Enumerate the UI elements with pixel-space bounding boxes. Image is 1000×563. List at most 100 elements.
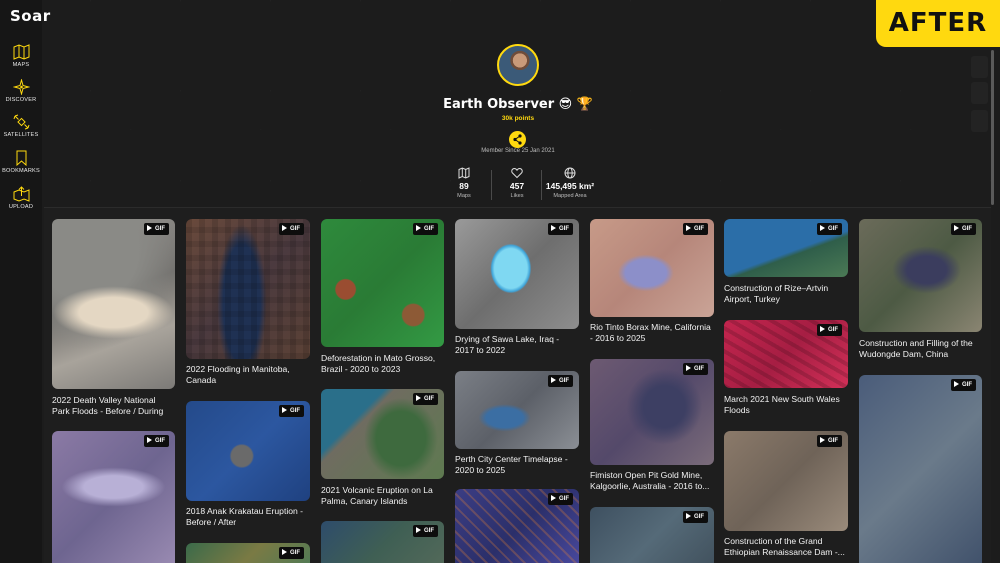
sidebar-item-discover[interactable]: DISCOVER bbox=[0, 79, 42, 103]
gif-badge: GIF bbox=[683, 511, 708, 523]
share-button[interactable] bbox=[509, 131, 526, 148]
gif-badge: GIF bbox=[413, 525, 438, 537]
map-thumbnail: GIF bbox=[321, 219, 444, 347]
after-badge: AFTER bbox=[876, 0, 1000, 47]
map-thumbnail: GIF bbox=[590, 359, 714, 465]
play-icon bbox=[416, 225, 421, 231]
maps-grid: GIF 2022 Death Valley National Park Floo… bbox=[44, 207, 991, 563]
sidebar-item-upload[interactable]: UPLOAD bbox=[0, 186, 42, 210]
map-thumbnail: GIF bbox=[321, 389, 444, 479]
gif-badge: GIF bbox=[817, 223, 842, 235]
stat-likes: 457 Likes bbox=[487, 167, 547, 199]
play-icon bbox=[686, 513, 691, 519]
map-title: Drying of Sawa Lake, Iraq - 2017 to 2022 bbox=[455, 334, 560, 355]
gif-badge: GIF bbox=[548, 375, 573, 387]
map-thumbnail: GIF bbox=[724, 431, 848, 531]
map-card[interactable]: GIF bbox=[52, 431, 175, 563]
map-card[interactable]: GIF bbox=[186, 543, 310, 563]
soar-logo[interactable]: Soar bbox=[10, 7, 51, 25]
member-since: Member Since 25 Jan 2021 bbox=[481, 148, 555, 154]
gif-badge: GIF bbox=[144, 435, 169, 447]
map-thumbnail: GIF bbox=[455, 489, 579, 563]
sidebar-item-label: UPLOAD bbox=[8, 204, 34, 210]
play-icon bbox=[147, 437, 152, 443]
map-card[interactable]: GIF bbox=[859, 375, 982, 563]
heart-icon bbox=[511, 167, 523, 179]
upload-icon bbox=[13, 186, 29, 202]
gif-badge: GIF bbox=[413, 393, 438, 405]
map-card[interactable]: GIF Rio Tinto Borax Mine, California - 2… bbox=[590, 219, 714, 344]
sidebar-item-maps[interactable]: MAPS bbox=[0, 44, 42, 68]
map-card[interactable]: GIF Construction and Filling of the Wudo… bbox=[859, 219, 982, 364]
map-card[interactable]: GIF Deforestation in Mato Grosso, Brazil… bbox=[321, 219, 444, 379]
sidebar-item-label: SATELLITES bbox=[3, 132, 39, 138]
map-thumbnail: GIF bbox=[186, 543, 310, 563]
map-card[interactable]: GIF bbox=[321, 521, 444, 563]
stat-maps: 89 Maps bbox=[434, 167, 494, 199]
map-icon bbox=[13, 44, 29, 60]
play-icon bbox=[282, 549, 287, 555]
play-icon bbox=[282, 225, 287, 231]
sidebar-item-satellites[interactable]: SATELLITES bbox=[0, 114, 42, 138]
map-thumbnail: GIF bbox=[186, 401, 310, 501]
map-title: Fimiston Open Pit Gold Mine, Kalgoorlie,… bbox=[590, 470, 710, 491]
map-card[interactable]: GIF 2021 Volcanic Eruption on La Palma, … bbox=[321, 389, 444, 507]
play-icon bbox=[954, 225, 959, 231]
map-card[interactable]: GIF bbox=[455, 489, 579, 563]
gif-badge: GIF bbox=[144, 223, 169, 235]
map-card[interactable]: GIF Construction of Rize–Artvin Airport,… bbox=[724, 219, 848, 309]
map-card[interactable]: GIF Fimiston Open Pit Gold Mine, Kalgoor… bbox=[590, 359, 714, 499]
play-icon bbox=[954, 381, 959, 387]
map-thumbnail: GIF bbox=[724, 320, 848, 388]
map-thumbnail: GIF bbox=[859, 219, 982, 332]
map-title: Deforestation in Mato Grosso, Brazil - 2… bbox=[321, 353, 436, 374]
bookmark-icon bbox=[16, 150, 26, 166]
map-thumbnail: GIF bbox=[186, 219, 310, 359]
map-control-button[interactable] bbox=[971, 110, 988, 132]
play-icon bbox=[820, 437, 825, 443]
points-badge: 30k points bbox=[501, 115, 535, 122]
map-thumbnail: GIF bbox=[52, 219, 175, 389]
map-card[interactable]: GIF 2018 Anak Krakatau Eruption - Before… bbox=[186, 401, 310, 527]
map-card[interactable]: GIF bbox=[590, 507, 714, 563]
map-card[interactable]: GIF 2022 Death Valley National Park Floo… bbox=[52, 219, 175, 419]
play-icon bbox=[551, 225, 556, 231]
map-card[interactable]: GIF Perth City Center Timelapse - 2020 t… bbox=[455, 371, 579, 476]
map-card[interactable]: GIF 2022 Flooding in Manitoba, Canada bbox=[186, 219, 310, 389]
play-icon bbox=[416, 527, 421, 533]
map-thumbnail: GIF bbox=[724, 219, 848, 277]
map-title: 2022 Flooding in Manitoba, Canada bbox=[186, 364, 290, 385]
compass-icon bbox=[12, 79, 30, 95]
map-title: 2022 Death Valley National Park Floods -… bbox=[52, 395, 164, 416]
sidebar: Soar MAPS DISCOVER SATELLITES BOOKMARKS … bbox=[0, 0, 50, 563]
satellite-icon bbox=[13, 114, 29, 130]
sidebar-item-bookmarks[interactable]: BOOKMARKS bbox=[0, 150, 42, 174]
map-card[interactable]: GIF Drying of Sawa Lake, Iraq - 2017 to … bbox=[455, 219, 579, 359]
scrollbar[interactable] bbox=[991, 50, 994, 205]
gif-badge: GIF bbox=[683, 223, 708, 235]
play-icon bbox=[551, 377, 556, 383]
map-title: Construction and Filling of the Wudongde… bbox=[859, 338, 973, 359]
gif-badge: GIF bbox=[279, 223, 304, 235]
map-title: Construction of Rize–Artvin Airport, Tur… bbox=[724, 283, 829, 304]
gif-badge: GIF bbox=[817, 435, 842, 447]
gif-badge: GIF bbox=[951, 223, 976, 235]
stat-mapped-area: 145,495 km² Mapped Area bbox=[540, 167, 600, 199]
sidebar-item-label: MAPS bbox=[12, 62, 30, 68]
map-control-button[interactable] bbox=[971, 82, 988, 104]
map-card[interactable]: GIF March 2021 New South Wales Floods bbox=[724, 320, 848, 420]
map-card[interactable]: GIF Construction of the Grand Ethiopian … bbox=[724, 431, 848, 557]
avatar[interactable] bbox=[497, 44, 539, 86]
play-icon bbox=[282, 407, 287, 413]
map-control-button[interactable] bbox=[971, 56, 988, 78]
map-title: Perth City Center Timelapse - 2020 to 20… bbox=[455, 454, 568, 475]
map-title: Rio Tinto Borax Mine, California - 2016 … bbox=[590, 322, 711, 343]
globe-icon bbox=[564, 167, 576, 179]
gif-badge: GIF bbox=[279, 547, 304, 559]
play-icon bbox=[686, 365, 691, 371]
profile-name: Earth Observer 😎 🏆 bbox=[443, 97, 593, 112]
map-thumbnail: GIF bbox=[590, 507, 714, 563]
gif-badge: GIF bbox=[413, 223, 438, 235]
map-title: Construction of the Grand Ethiopian Rena… bbox=[724, 536, 845, 557]
play-icon bbox=[820, 225, 825, 231]
